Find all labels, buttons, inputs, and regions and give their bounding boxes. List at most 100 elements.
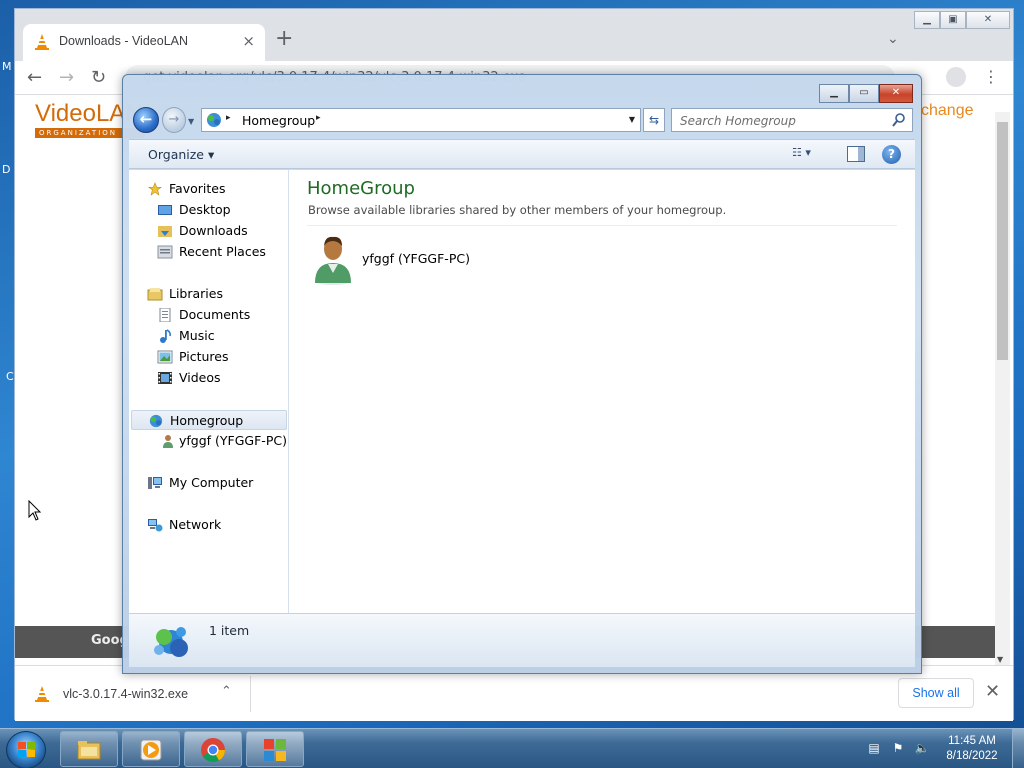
videos-icon — [158, 372, 172, 384]
explorer-window: ▁ ▭ ✕ ← → ▼ ▸ Homegroup ▸ ▼ ⇆ Search Hom… — [122, 74, 922, 674]
search-placeholder: Search Homegroup — [680, 114, 796, 128]
homegroup-icon — [149, 414, 163, 428]
breadcrumb-separator-icon[interactable]: ▸ — [316, 113, 321, 123]
refresh-button[interactable]: ⇆ — [643, 108, 665, 132]
start-button[interactable] — [6, 731, 46, 768]
homegroup-icon — [207, 113, 221, 127]
volume-icon[interactable]: 🔈 — [914, 741, 930, 757]
change-link[interactable]: change — [921, 102, 974, 120]
nav-label: Homegroup — [170, 413, 244, 428]
nav-documents[interactable]: Documents — [157, 305, 287, 325]
search-input[interactable]: Search Homegroup — [671, 108, 913, 132]
nav-music[interactable]: Music — [157, 326, 287, 346]
mouse-cursor-icon — [28, 500, 42, 521]
scrollbar-thumb[interactable] — [997, 122, 1008, 360]
download-filename[interactable]: vlc-3.0.17.4-win32.exe — [63, 687, 188, 701]
tab-title: Downloads - VideoLAN — [59, 34, 189, 48]
network-tray-icon[interactable]: ▤ — [866, 741, 882, 757]
back-button[interactable]: ← — [27, 67, 42, 88]
folder-icon — [77, 741, 101, 760]
nav-homegroup[interactable]: Homegroup — [131, 410, 287, 430]
computer-icon — [148, 477, 162, 489]
nav-label: Desktop — [179, 202, 231, 217]
nav-label: Documents — [179, 307, 251, 322]
taskbar-installer-button[interactable] — [246, 731, 304, 767]
new-tab-button[interactable]: + — [275, 28, 293, 50]
show-all-button[interactable]: Show all — [898, 678, 974, 708]
media-player-icon — [140, 739, 162, 761]
forward-button[interactable]: → — [162, 107, 186, 133]
close-shelf-icon[interactable]: ✕ — [985, 681, 1000, 702]
address-dropdown-icon[interactable]: ▼ — [629, 115, 635, 124]
music-icon — [160, 329, 171, 343]
tab-close-icon[interactable]: × — [242, 32, 255, 50]
explorer-window-controls: ▁ ▭ ✕ — [819, 84, 913, 103]
homegroup-icon — [154, 627, 188, 657]
taskbar-media-player-button[interactable] — [122, 731, 180, 767]
minimize-button[interactable]: ▁ — [914, 11, 940, 29]
nav-pictures[interactable]: Pictures — [157, 347, 287, 367]
network-icon — [148, 519, 163, 532]
search-icon[interactable] — [891, 112, 907, 128]
nav-label: Videos — [179, 370, 221, 385]
tab-search-button[interactable]: ⌄ — [887, 31, 899, 47]
recent-pages-dropdown[interactable]: ▼ — [188, 117, 194, 126]
nav-network[interactable]: Network — [147, 515, 287, 535]
taskbar: ▤ ⚑ 🔈 11:45 AM 8/18/2022 — [0, 728, 1024, 768]
minimize-button[interactable]: ▁ — [819, 84, 849, 103]
reload-button[interactable]: ↻ — [91, 67, 106, 88]
desktop-icon-label: M — [2, 60, 12, 73]
address-bar[interactable]: ▸ Homegroup ▸ ▼ — [201, 108, 641, 132]
chrome-menu-button[interactable]: ⋮ — [983, 67, 999, 86]
breadcrumb-homegroup[interactable]: Homegroup — [242, 113, 315, 128]
scroll-down-icon[interactable]: ▼ — [997, 655, 1003, 664]
nav-videos[interactable]: Videos — [157, 368, 287, 388]
nav-recent-places[interactable]: Recent Places — [157, 242, 287, 262]
preview-pane-icon[interactable] — [847, 146, 865, 162]
desktop-icon-label: C — [6, 370, 14, 383]
back-button[interactable]: ← — [133, 107, 159, 133]
pictures-icon — [157, 350, 173, 364]
vlc-cone-icon — [35, 686, 49, 702]
nav-desktop[interactable]: Desktop — [157, 200, 287, 220]
action-center-icon[interactable]: ⚑ — [890, 741, 906, 757]
libraries-icon — [147, 288, 163, 301]
taskbar-explorer-button[interactable] — [60, 731, 118, 767]
documents-icon — [159, 308, 171, 322]
homegroup-member-item[interactable]: yfggf (YFGGF-PC) — [311, 233, 481, 287]
nav-homegroup-member[interactable]: yfggf (YFGGF-PC) — [157, 431, 287, 451]
taskbar-chrome-button[interactable] — [184, 731, 242, 767]
chrome-icon — [201, 738, 225, 763]
nav-libraries[interactable]: Libraries — [147, 284, 287, 304]
organize-menu[interactable]: Organize ▾ — [148, 147, 214, 162]
user-icon — [315, 236, 351, 285]
details-pane: 1 item — [129, 613, 915, 667]
system-clock[interactable]: 11:45 AM 8/18/2022 — [940, 734, 1004, 764]
nav-favorites[interactable]: Favorites — [147, 179, 287, 199]
divider — [250, 676, 251, 712]
browser-tab[interactable]: Downloads - VideoLAN × — [23, 24, 265, 61]
forward-button[interactable]: → — [59, 67, 74, 88]
nav-label: Favorites — [169, 181, 226, 196]
chevron-up-icon[interactable]: ⌃ — [221, 684, 232, 699]
maximize-button[interactable]: ▣ — [940, 11, 966, 29]
item-label: yfggf (YFGGF-PC) — [362, 251, 470, 266]
chrome-window-controls: ▁ ▣ ✕ — [914, 11, 1010, 29]
page-scrollbar[interactable]: ▼ — [995, 112, 1010, 666]
content-pane: HomeGroup Browse available libraries sha… — [289, 170, 915, 613]
nav-downloads[interactable]: Downloads — [157, 221, 287, 241]
breadcrumb-separator-icon[interactable]: ▸ — [226, 113, 231, 123]
item-count: 1 item — [209, 623, 250, 638]
nav-my-computer[interactable]: My Computer — [147, 473, 287, 493]
desktop-icon — [158, 205, 172, 215]
close-button[interactable]: ✕ — [966, 11, 1010, 29]
help-icon[interactable]: ? — [882, 145, 901, 164]
navigation-pane: Favorites Desktop Downloads Recent Place… — [129, 170, 289, 613]
close-button[interactable]: ✕ — [879, 84, 913, 103]
profile-avatar[interactable] — [946, 67, 966, 87]
nav-label: Pictures — [179, 349, 229, 364]
clock-time: 11:45 AM — [948, 735, 996, 747]
show-desktop-button[interactable] — [1012, 729, 1024, 768]
change-view-button[interactable]: ☷ ▾ — [792, 146, 828, 164]
maximize-button[interactable]: ▭ — [849, 84, 879, 103]
